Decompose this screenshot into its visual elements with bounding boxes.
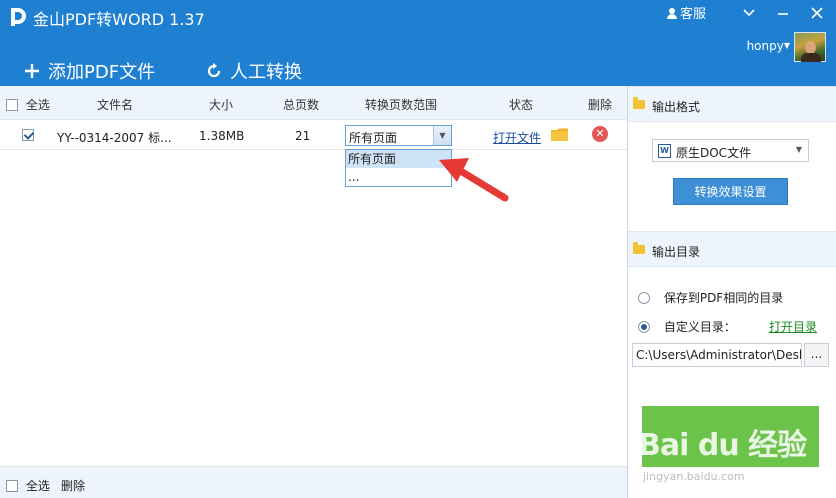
row-checkbox[interactable] xyxy=(22,129,34,141)
header-range: 转换页数范围 xyxy=(365,98,438,112)
plus-icon xyxy=(25,64,39,78)
close-icon xyxy=(811,6,823,19)
customer-service-label: 客服 xyxy=(679,7,706,22)
app-title: 金山PDF转WORD 1.37 xyxy=(33,10,205,29)
radio-same-dir[interactable] xyxy=(638,292,650,304)
username: honpy xyxy=(746,39,784,53)
close-button[interactable] xyxy=(808,4,826,22)
add-pdf-button[interactable]: 添加PDF文件 xyxy=(24,58,155,84)
minimize-icon xyxy=(778,12,788,15)
title-bar: 金山PDF转WORD 1.37 客服 honpy▼ 添加PDF文件 人工转换 xyxy=(0,0,836,86)
open-file-link[interactable]: 打开文件 xyxy=(493,129,541,146)
output-dir-title: 输出目录 xyxy=(652,245,701,259)
row-filename: YY--0314-2007 标... xyxy=(57,131,172,145)
folder-icon[interactable] xyxy=(551,128,568,141)
output-dir-header: 输出目录 xyxy=(628,231,836,267)
header-pages: 总页数 xyxy=(283,98,320,112)
open-dir-link[interactable]: 打开目录 xyxy=(769,318,817,335)
table-row[interactable]: YY--0314-2007 标... 1.38MB 21 所有页面 ▼ 打开文件… xyxy=(0,120,627,150)
folder-icon xyxy=(633,242,645,254)
manual-convert-button[interactable]: 人工转换 xyxy=(206,58,302,84)
output-format-header: 输出格式 xyxy=(628,86,836,122)
annotation-arrow-icon xyxy=(439,158,509,202)
settings-panel: 输出格式 W 原生DOC文件 ▼ 转换效果设置 输出目录 保存到PDF相同的目录… xyxy=(627,86,836,498)
bottom-bar: 全选 删除 xyxy=(0,466,627,498)
option-custom-dir-label: 自定义目录： xyxy=(663,320,736,334)
bottom-delete-button[interactable]: 删除 xyxy=(61,477,85,494)
start-convert-button[interactable] xyxy=(642,406,819,467)
header-size: 大小 xyxy=(209,98,234,112)
convert-settings-button[interactable]: 转换效果设置 xyxy=(673,178,788,205)
delete-row-icon[interactable]: ✕ xyxy=(592,126,608,142)
add-pdf-label: 添加PDF文件 xyxy=(48,62,156,83)
user-icon xyxy=(666,7,677,19)
chevron-down-icon: ▼ xyxy=(795,145,802,154)
header-status: 状态 xyxy=(509,98,534,112)
row-size: 1.38MB xyxy=(199,129,245,143)
watermark-sub: jingyan.baidu.com xyxy=(643,470,745,483)
avatar[interactable] xyxy=(794,32,826,62)
app-logo-icon xyxy=(11,8,26,26)
radio-custom-dir[interactable] xyxy=(638,321,650,333)
output-format-title: 输出格式 xyxy=(652,100,701,114)
output-format-value: 原生DOC文件 xyxy=(676,146,752,160)
row-checkbox-cell[interactable] xyxy=(22,128,34,142)
select-all-checkbox[interactable] xyxy=(6,99,18,111)
option-same-dir-label: 保存到PDF相同的目录 xyxy=(663,291,784,305)
output-path-input[interactable]: C:\Users\Administrator\Desl xyxy=(632,343,802,367)
customer-service-button[interactable]: 客服 xyxy=(666,3,706,22)
menu-button[interactable] xyxy=(740,4,758,22)
select-all-label: 全选 xyxy=(25,98,50,112)
bottom-select-all-label: 全选 xyxy=(25,479,50,493)
manual-convert-label: 人工转换 xyxy=(230,62,302,83)
bottom-select-all-checkbox[interactable] xyxy=(6,480,18,492)
refresh-icon xyxy=(207,63,221,78)
minimize-button[interactable] xyxy=(774,4,792,22)
select-all-header[interactable]: 全选 xyxy=(6,96,50,113)
folder-icon xyxy=(633,97,645,109)
header-delete: 删除 xyxy=(588,98,613,112)
page-range-value: 所有页面 xyxy=(349,131,398,145)
page-range-select[interactable]: 所有页面 ▼ xyxy=(345,125,452,146)
option-custom-dir[interactable]: 自定义目录： xyxy=(638,318,736,335)
dropdown-arrow-icon[interactable]: ▼ xyxy=(433,126,451,145)
bottom-select-all[interactable]: 全选 xyxy=(6,477,50,494)
output-format-select[interactable]: W 原生DOC文件 ▼ xyxy=(652,139,809,162)
header-filename: 文件名 xyxy=(97,98,134,112)
window-controls: 客服 xyxy=(666,3,826,22)
file-table: 全选 文件名 大小 总页数 转换页数范围 状态 删除 YY--0314-2007… xyxy=(0,86,627,466)
chevron-down-icon xyxy=(743,8,755,16)
table-header: 全选 文件名 大小 总页数 转换页数范围 状态 删除 xyxy=(0,86,627,120)
word-doc-icon: W xyxy=(658,144,671,158)
user-menu[interactable]: honpy▼ xyxy=(747,39,790,53)
option-same-dir[interactable]: 保存到PDF相同的目录 xyxy=(638,289,783,306)
browse-button[interactable]: ... xyxy=(804,343,829,367)
caret-down-icon: ▼ xyxy=(783,41,790,50)
row-pages: 21 xyxy=(295,129,311,143)
